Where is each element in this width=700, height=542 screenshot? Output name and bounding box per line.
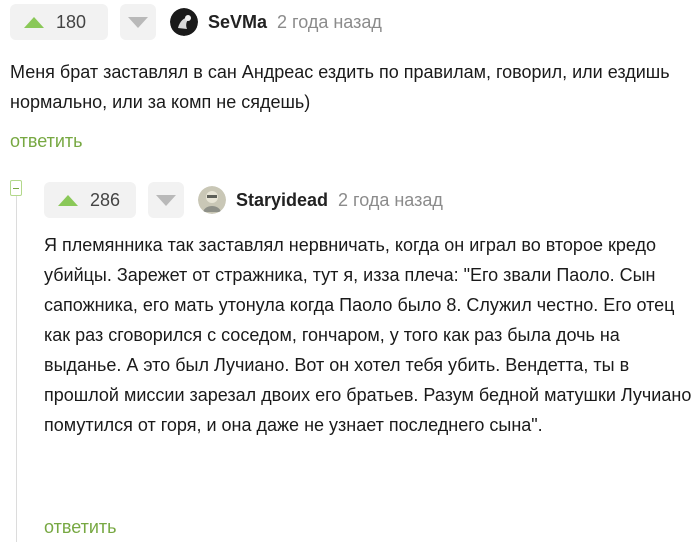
upvote-icon[interactable] <box>24 16 44 28</box>
downvote-button[interactable] <box>120 4 156 40</box>
rating-box: 286 <box>44 182 136 218</box>
comment-text: Я племянника так заставлял нервничать, к… <box>44 235 692 435</box>
minus-icon <box>13 187 19 189</box>
rating-count: 286 <box>90 189 121 210</box>
thread-line[interactable] <box>16 196 17 542</box>
reply-link[interactable]: ответить <box>44 517 117 538</box>
rating-box: 180 <box>10 4 108 40</box>
avatar[interactable] <box>170 8 198 36</box>
timestamp: 2 года назад <box>277 11 382 32</box>
reply-link[interactable]: ответить <box>10 131 83 152</box>
downvote-button[interactable] <box>148 182 184 218</box>
downvote-icon <box>128 16 148 28</box>
downvote-icon <box>156 194 176 206</box>
comment-header: 286 Staryidead 2 года назад <box>44 182 443 218</box>
upvote-icon[interactable] <box>58 194 78 206</box>
timestamp: 2 года назад <box>338 189 443 210</box>
comment-text: Меня брат заставлял в сан Андреас ездить… <box>10 62 670 112</box>
comment-header: 180 SeVMa 2 года назад <box>10 4 382 40</box>
rating-count: 180 <box>56 11 87 32</box>
collapse-thread-button[interactable] <box>10 180 22 196</box>
username[interactable]: SeVMa <box>208 12 267 33</box>
username[interactable]: Staryidead <box>236 190 328 211</box>
avatar[interactable] <box>198 186 226 214</box>
